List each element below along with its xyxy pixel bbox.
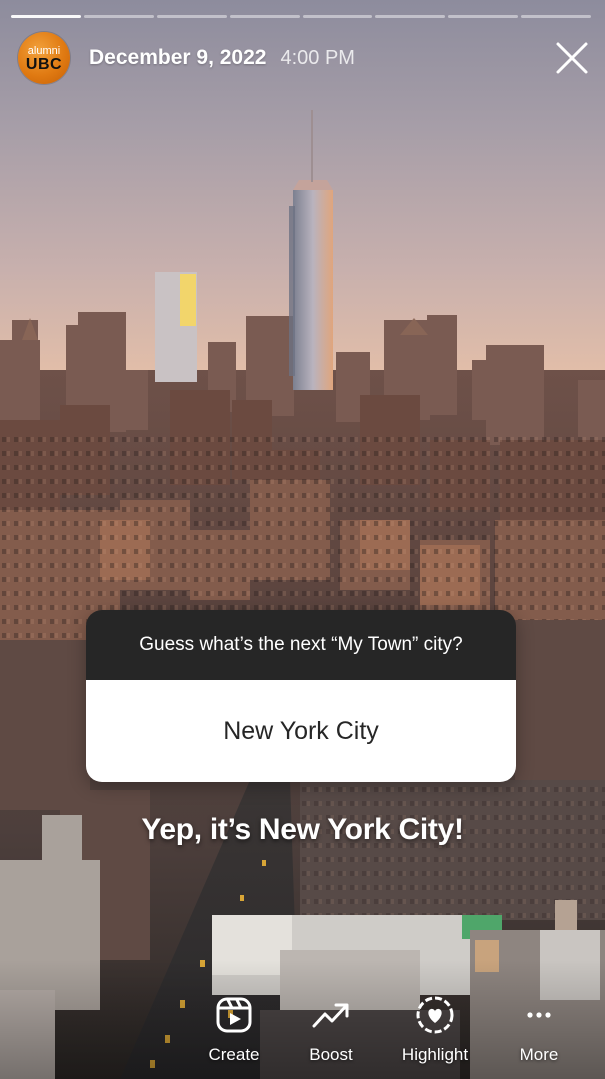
- sticker-question: Guess what’s the next “My Town” city?: [86, 610, 516, 680]
- progress-segment: [302, 15, 373, 18]
- reel-create-icon: [216, 997, 252, 1033]
- avatar-label-bottom: UBC: [25, 56, 63, 73]
- close-icon[interactable]: [552, 38, 592, 78]
- story-time: 4:00 PM: [280, 46, 355, 69]
- story-action-bar: Create Boost Highlight More: [0, 995, 605, 1079]
- progress-segment: [521, 15, 591, 18]
- trending-up-icon: [312, 1003, 349, 1028]
- boost-button[interactable]: Boost: [281, 995, 381, 1065]
- story-progress-bar: [11, 15, 591, 18]
- story-viewer: alumni UBC December 9, 2022 4:00 PM Gues…: [0, 0, 605, 1079]
- story-header: alumni UBC December 9, 2022 4:00 PM: [18, 31, 355, 85]
- story-date: December 9, 2022: [89, 46, 267, 69]
- boost-label: Boost: [309, 1045, 353, 1064]
- progress-segment: [156, 15, 227, 18]
- question-sticker[interactable]: Guess what’s the next “My Town” city? Ne…: [86, 610, 516, 782]
- more-label: More: [519, 1045, 559, 1064]
- progress-segment: [83, 15, 154, 18]
- story-caption: Yep, it’s New York City!: [141, 813, 464, 846]
- progress-segment-active: [11, 15, 81, 18]
- highlight-button[interactable]: Highlight: [385, 995, 485, 1065]
- progress-segment: [375, 15, 446, 18]
- more-button[interactable]: More: [489, 995, 589, 1065]
- progress-segment: [229, 15, 300, 18]
- heart-circle-icon: [416, 996, 454, 1034]
- more-dots-icon: [527, 1012, 551, 1018]
- highlight-label: Highlight: [401, 1045, 469, 1064]
- create-button[interactable]: Create: [184, 995, 284, 1065]
- city-skyline-photo: [0, 0, 605, 1079]
- create-label: Create: [208, 1045, 260, 1064]
- account-avatar[interactable]: alumni UBC: [18, 32, 70, 84]
- progress-segment: [448, 15, 519, 18]
- sticker-answer: New York City: [86, 680, 516, 782]
